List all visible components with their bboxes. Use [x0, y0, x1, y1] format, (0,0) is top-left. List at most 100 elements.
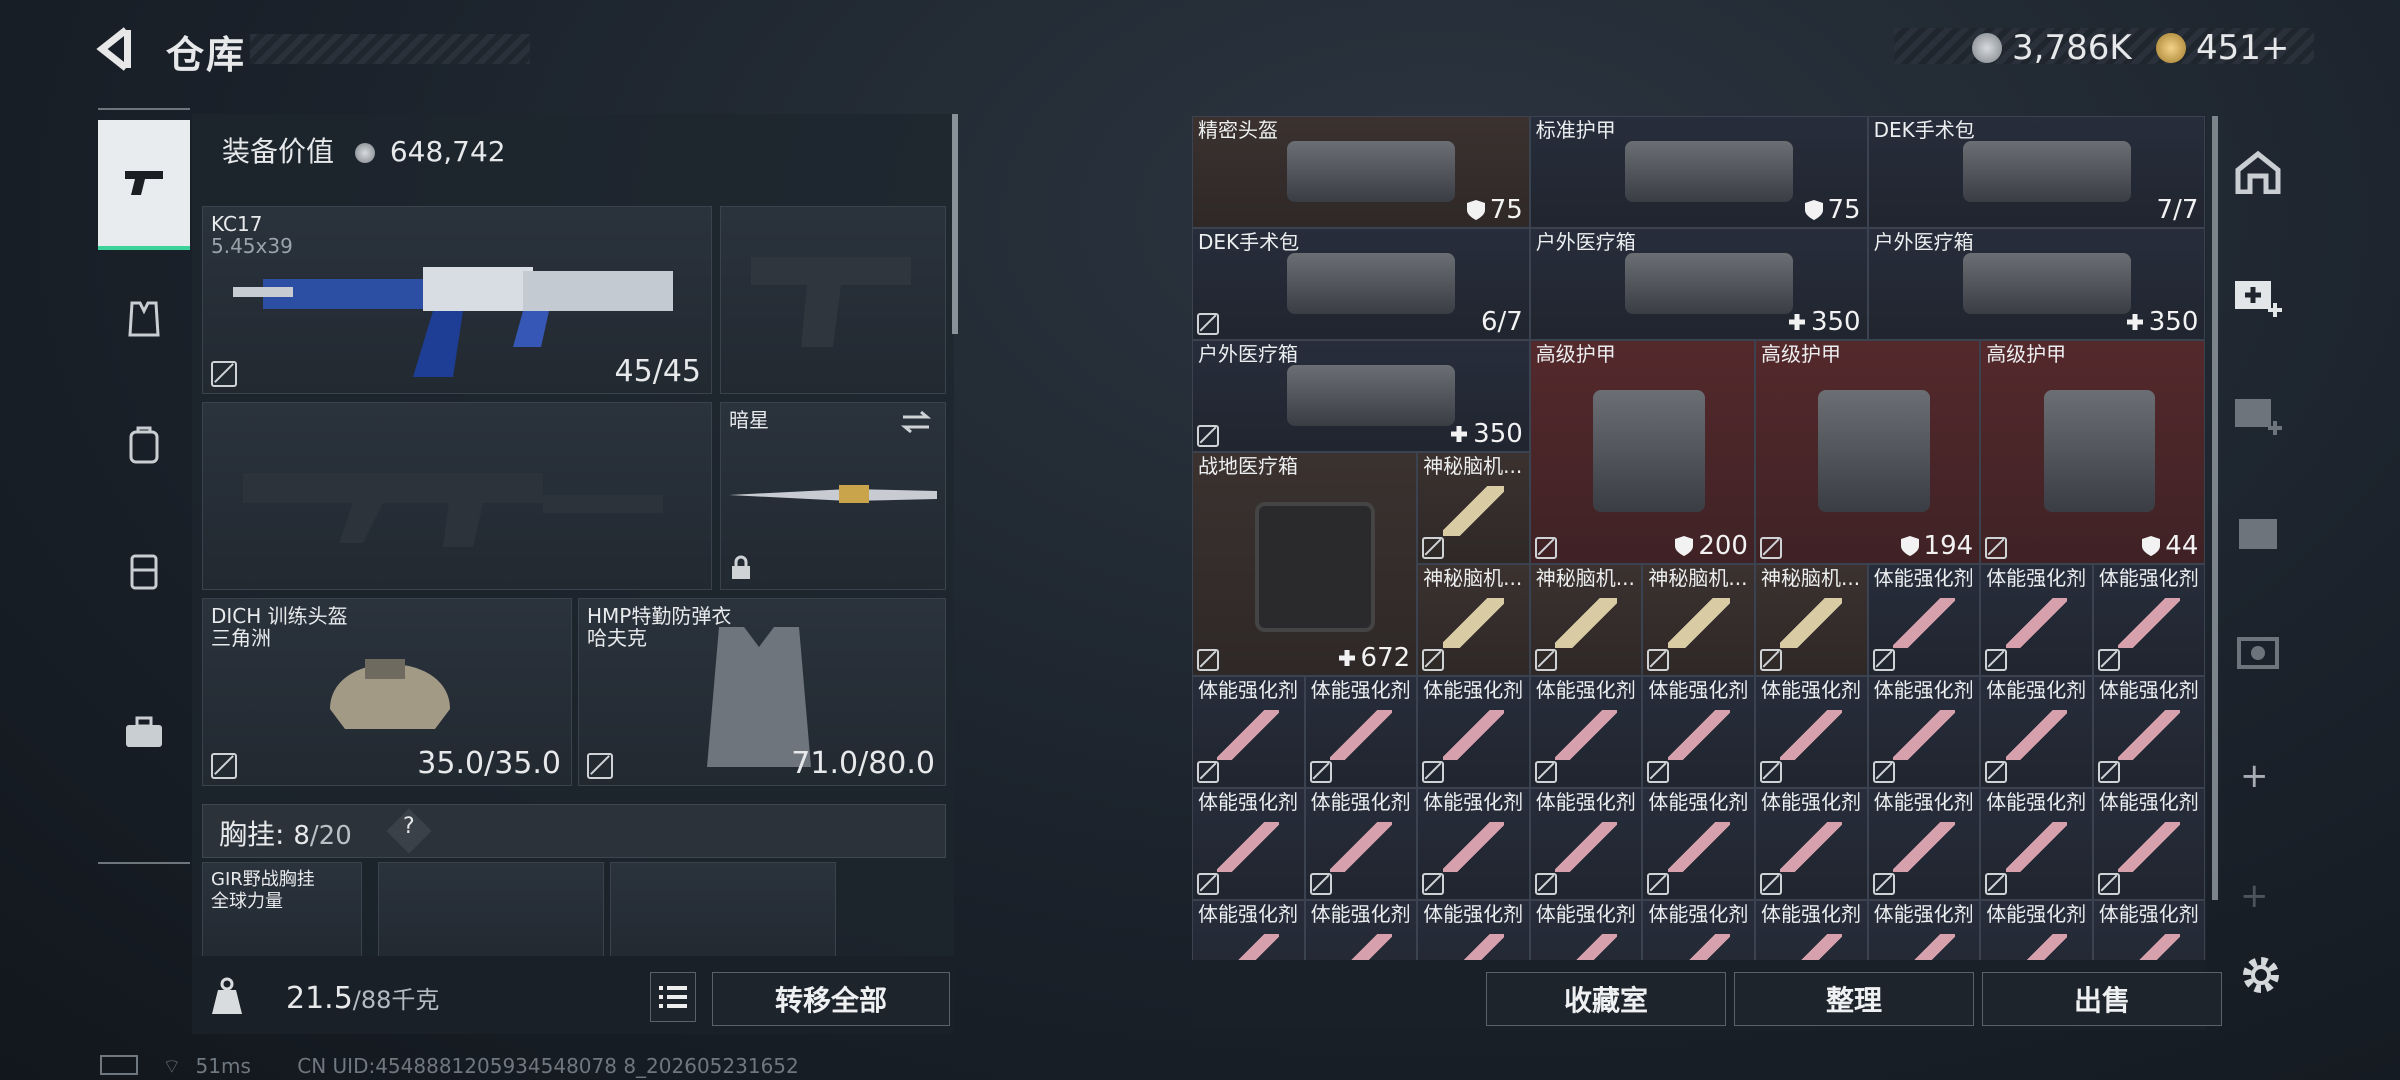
stash-item[interactable]: 高级护甲 194: [1755, 340, 1981, 564]
back-button[interactable]: [96, 26, 146, 76]
stash-tab-medical-2[interactable]: [2226, 380, 2290, 444]
stash-item[interactable]: 体能强化剂: [1417, 900, 1530, 960]
stash-scrollbar[interactable]: [2212, 116, 2218, 900]
stash-tab-safe[interactable]: [2226, 620, 2290, 684]
transfer-all-button[interactable]: 转移全部: [712, 972, 950, 1026]
item-name: DEK手术包: [1873, 119, 1975, 141]
no-lock-icon: [1309, 761, 1332, 783]
stash-item[interactable]: 体能强化剂: [1980, 564, 2093, 676]
gold-currency[interactable]: 451+: [2156, 26, 2289, 70]
item-image: [1287, 141, 1455, 202]
stash-item[interactable]: 体能强化剂: [1192, 676, 1305, 788]
swap-icon[interactable]: [899, 409, 933, 435]
stash-item[interactable]: 体能强化剂: [1304, 676, 1418, 788]
stash-item[interactable]: 体能强化剂: [1980, 676, 2093, 788]
add-stash-button-disabled: +: [2240, 876, 2269, 916]
stash-item[interactable]: 体能强化剂: [1642, 788, 1755, 900]
stash-item[interactable]: 体能强化剂: [1417, 788, 1530, 900]
no-lock-icon: [1197, 761, 1219, 783]
item-image: [1555, 934, 1618, 960]
stash-item[interactable]: 户外医疗箱 350: [1192, 340, 1530, 452]
sidebar-item-chest-rig[interactable]: [98, 508, 190, 634]
stash-item[interactable]: 高级护甲 200: [1529, 340, 1755, 564]
collection-room-button[interactable]: 收藏室: [1486, 972, 1726, 1026]
no-lock-icon: [1760, 761, 1782, 783]
stash-item[interactable]: 户外医疗箱 350: [1867, 228, 2206, 340]
list-view-button[interactable]: [650, 972, 696, 1022]
sidebar-item-backpack[interactable]: [98, 382, 190, 508]
pocket-slot[interactable]: [610, 862, 836, 964]
sidebar-item-briefcase[interactable]: [98, 670, 190, 796]
stash-item[interactable]: 体能强化剂: [1529, 788, 1643, 900]
stash-item[interactable]: 体能强化剂: [1755, 900, 1868, 960]
settings-button[interactable]: [2238, 952, 2288, 1002]
stash-item[interactable]: DEK手术包 6/7: [1192, 228, 1530, 340]
stash-item[interactable]: 体能强化剂: [1304, 788, 1418, 900]
stash-item[interactable]: 神秘脑机...: [1642, 564, 1755, 676]
stash-item[interactable]: 体能强化剂: [1529, 676, 1643, 788]
stash-item[interactable]: 体能强化剂: [1192, 900, 1305, 960]
secondary-weapon-slot[interactable]: [202, 402, 712, 590]
melee-slot[interactable]: 暗星: [720, 402, 946, 590]
sidebar-item-weapons[interactable]: [98, 120, 190, 250]
item-name: 体能强化剂: [1761, 791, 1861, 813]
stash-item[interactable]: 神秘脑机...: [1529, 564, 1643, 676]
stash-tab-main[interactable]: [2226, 140, 2290, 204]
stash-item[interactable]: 体能强化剂: [1642, 676, 1755, 788]
stash-item[interactable]: 体能强化剂: [2092, 788, 2206, 900]
stash-item[interactable]: 体能强化剂: [1867, 676, 1981, 788]
stash-tab-medical[interactable]: [2226, 262, 2290, 326]
add-stash-button[interactable]: +: [2240, 756, 2269, 796]
no-lock-icon: [1760, 649, 1782, 671]
stash-item[interactable]: 体能强化剂: [1867, 564, 1981, 676]
stash-tab-files[interactable]: [2226, 500, 2290, 564]
no-lock-icon: [1197, 425, 1219, 447]
item-quantity: 6/7: [1480, 307, 1523, 337]
stash-item[interactable]: 体能强化剂: [1642, 900, 1755, 960]
item-quantity: 672: [1337, 643, 1410, 673]
armor-shield-icon: [2142, 536, 2161, 556]
stash-item[interactable]: 体能强化剂: [2092, 900, 2206, 960]
stash-item[interactable]: 体能强化剂: [2092, 564, 2206, 676]
pistol-slot[interactable]: [720, 206, 946, 394]
stash-item[interactable]: 体能强化剂: [1867, 900, 1981, 960]
stash-item[interactable]: 体能强化剂: [1980, 900, 2093, 960]
helmet-slot[interactable]: DICH 训练头盔 三角洲 35.0/35.0: [202, 598, 572, 786]
pocket-slot[interactable]: [378, 862, 604, 964]
armor-slot[interactable]: HMP特勤防弹衣 哈夫克 71.0/80.0: [578, 598, 946, 786]
stash-item[interactable]: 神秘脑机...: [1755, 564, 1868, 676]
stash-item[interactable]: 精密头盔 75: [1192, 116, 1530, 228]
silver-currency[interactable]: 3,786K: [1972, 26, 2132, 70]
stash-item[interactable]: 体能强化剂: [1192, 788, 1305, 900]
stash-item[interactable]: 体能强化剂: [1755, 788, 1868, 900]
primary-weapon-slot[interactable]: KC17 5.45x39 45/45: [202, 206, 712, 394]
item-quantity: 350: [2125, 307, 2198, 337]
item-image: [1217, 822, 1280, 872]
item-image: [1555, 822, 1618, 872]
stash-item[interactable]: DEK手术包 7/7: [1867, 116, 2206, 228]
sell-button[interactable]: 出售: [1982, 972, 2222, 1026]
stash-item[interactable]: 高级护甲 44: [1980, 340, 2206, 564]
stash-item[interactable]: 战地医疗箱 672: [1192, 452, 1418, 676]
stash-item[interactable]: 体能强化剂: [1304, 900, 1418, 960]
stash-item[interactable]: 体能强化剂: [1417, 676, 1530, 788]
stash-item[interactable]: 标准护甲 75: [1529, 116, 1868, 228]
stash-item[interactable]: 户外医疗箱 350: [1529, 228, 1868, 340]
sidebar-item-vest[interactable]: [98, 256, 190, 382]
equipment-scrollbar[interactable]: [952, 114, 958, 334]
chest-rig-slot[interactable]: GIR野战胸挂 全球力量: [202, 862, 362, 964]
stash-item[interactable]: 体能强化剂: [1755, 676, 1868, 788]
stash-item[interactable]: 体能强化剂: [1867, 788, 1981, 900]
item-name: 体能强化剂: [1198, 679, 1298, 701]
stash-item[interactable]: 体能强化剂: [1980, 788, 2093, 900]
stash-item[interactable]: 体能强化剂: [1529, 900, 1643, 960]
no-lock-icon: [1197, 649, 1219, 671]
no-lock-icon: [1647, 649, 1670, 671]
item-name: 体能强化剂: [1198, 903, 1298, 925]
stash-item[interactable]: 体能强化剂: [2092, 676, 2206, 788]
weight-readout: 21.5/88千克: [286, 981, 440, 1016]
sort-button[interactable]: 整理: [1734, 972, 1974, 1026]
stash-item[interactable]: 神秘脑机...: [1417, 564, 1530, 676]
stash-item[interactable]: 神秘脑机...: [1417, 452, 1530, 564]
item-image: [1892, 710, 1955, 760]
